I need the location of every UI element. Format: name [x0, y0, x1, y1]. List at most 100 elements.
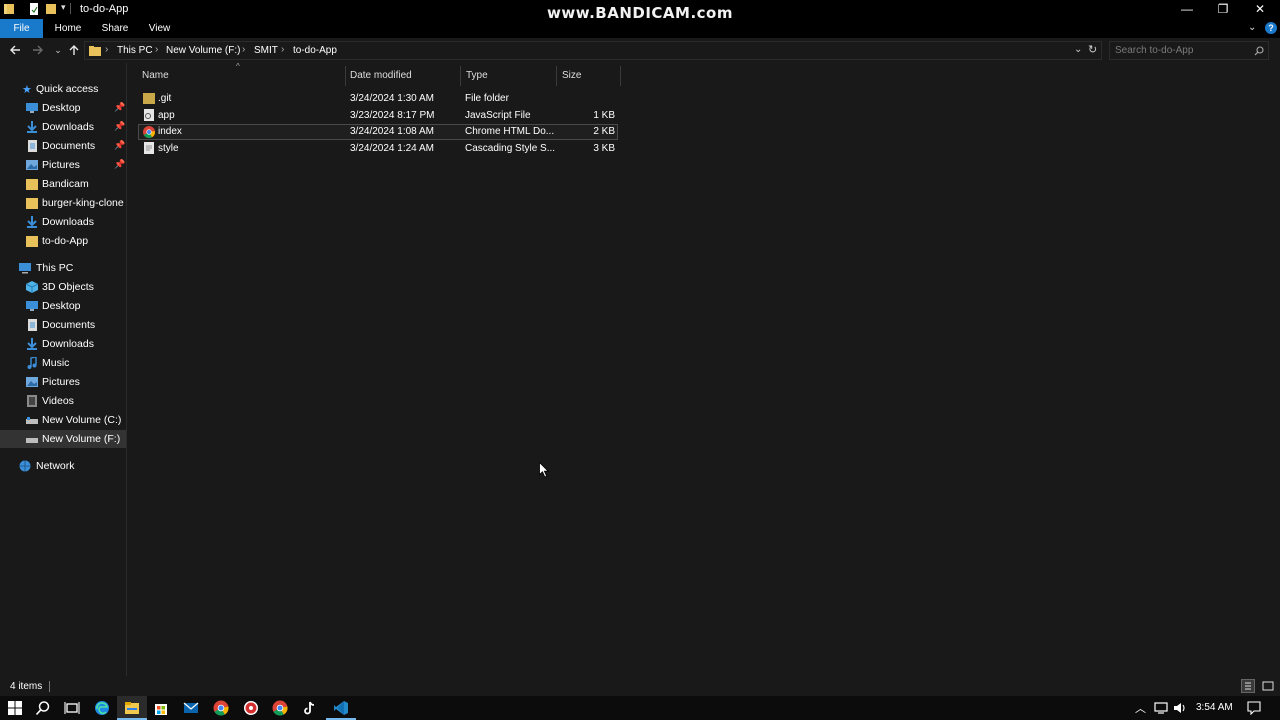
address-dropdown-icon[interactable]: ⌄: [1074, 44, 1082, 55]
column-header-date[interactable]: Date modified: [350, 70, 412, 88]
nav-item-pictures[interactable]: Pictures 📌: [0, 156, 126, 174]
file-row[interactable]: index 3/24/2024 1:08 AM Chrome HTML Do..…: [138, 124, 618, 140]
show-hidden-icons-icon[interactable]: ︿: [1135, 700, 1146, 716]
tab-file[interactable]: File: [0, 19, 43, 38]
nav-label: Music: [42, 357, 70, 369]
search-input[interactable]: Search to-do-App: [1109, 41, 1269, 60]
navigation-pane: ★ Quick access Desktop 📌 Downloads 📌 Doc…: [0, 63, 127, 676]
column-divider[interactable]: [556, 66, 557, 86]
address-bar[interactable]: › This PC › New Volume (F:) › SMIT › to-…: [84, 41, 1102, 60]
back-button[interactable]: [8, 43, 22, 57]
minimize-button[interactable]: —: [1169, 0, 1205, 19]
windows-start-icon[interactable]: [7, 700, 23, 716]
chrome-icon[interactable]: [272, 700, 288, 716]
chrome-icon: [143, 126, 155, 138]
nav-item-desktop[interactable]: Desktop 📌: [0, 99, 126, 117]
details-view-icon: [1245, 682, 1251, 690]
breadcrumb-to-do-app[interactable]: to-do-App: [293, 45, 337, 56]
chrome-icon[interactable]: [213, 700, 229, 716]
bandicam-icon[interactable]: [243, 700, 259, 716]
nav-item-music[interactable]: Music: [0, 354, 126, 372]
tab-home[interactable]: Home: [48, 19, 88, 38]
ribbon-tabs: File Home Share View ⌄ ?: [0, 19, 1280, 38]
nav-label: Videos: [42, 395, 74, 407]
column-header-name[interactable]: Name: [142, 70, 169, 88]
breadcrumb-this-pc[interactable]: This PC: [117, 45, 153, 56]
nav-item-new-volume-c[interactable]: New Volume (C:): [0, 411, 126, 429]
breadcrumb-smit[interactable]: SMIT: [254, 45, 278, 56]
help-icon[interactable]: ?: [1265, 22, 1277, 34]
nav-network[interactable]: Network: [0, 457, 126, 475]
file-row[interactable]: style 3/24/2024 1:24 AM Cascading Style …: [138, 141, 618, 157]
column-divider[interactable]: [460, 66, 461, 86]
nav-item-documents[interactable]: Documents 📌: [0, 137, 126, 155]
nav-item-desktop-pc[interactable]: Desktop: [0, 297, 126, 315]
nav-label: Downloads: [42, 338, 94, 350]
mail-icon[interactable]: [183, 700, 199, 716]
sort-ascending-icon: ^: [236, 62, 240, 71]
nav-label: Documents: [42, 319, 96, 331]
column-divider[interactable]: [345, 66, 346, 86]
search-placeholder: Search to-do-App: [1115, 45, 1194, 56]
network-status-icon[interactable]: [1154, 702, 1168, 714]
task-view-icon[interactable]: [64, 700, 80, 716]
nav-item-downloads-pc[interactable]: Downloads: [0, 335, 126, 353]
nav-label: New Volume (C:): [42, 414, 122, 426]
column-header-size[interactable]: Size: [562, 70, 581, 88]
nav-item-downloads[interactable]: Downloads 📌: [0, 118, 126, 136]
store-icon[interactable]: [153, 700, 169, 716]
file-size: 1 KB: [593, 110, 615, 121]
nav-item-3d-objects[interactable]: 3D Objects: [0, 278, 126, 296]
expand-ribbon-icon[interactable]: ⌄: [1248, 22, 1256, 33]
notifications-icon[interactable]: [1247, 701, 1261, 715]
system-clock[interactable]: 3:54 AM: [1196, 702, 1233, 713]
nav-label: Desktop: [42, 102, 81, 114]
large-icons-view-button[interactable]: [1261, 679, 1275, 693]
folder-icon: [26, 179, 38, 190]
nav-item-burger-king-clone[interactable]: burger-king-clone: [0, 194, 126, 212]
nav-item-documents-pc[interactable]: Documents: [0, 316, 126, 334]
nav-item-downloads-2[interactable]: Downloads: [0, 213, 126, 231]
nav-label: Desktop: [42, 300, 81, 312]
close-button[interactable]: ✕: [1242, 0, 1278, 19]
nav-item-new-volume-f[interactable]: New Volume (F:): [0, 430, 126, 448]
desktop-icon: [26, 103, 38, 113]
file-explorer-icon: [125, 702, 139, 714]
file-row[interactable]: app 3/23/2024 8:17 PM JavaScript File 1 …: [138, 108, 618, 124]
volume-icon[interactable]: [1173, 702, 1187, 714]
edge-icon[interactable]: [94, 700, 110, 716]
vscode-icon: [334, 701, 348, 715]
nav-item-bandicam[interactable]: Bandicam: [0, 175, 126, 193]
nav-label: This PC: [36, 262, 74, 274]
nav-label: Quick access: [36, 83, 99, 95]
nav-item-pictures-pc[interactable]: Pictures: [0, 373, 126, 391]
pin-icon: 📌: [114, 102, 126, 112]
file-row[interactable]: .git 3/24/2024 1:30 AM File folder: [138, 91, 618, 107]
breadcrumb-new-volume-f[interactable]: New Volume (F:): [166, 45, 240, 56]
taskbar-file-explorer[interactable]: [117, 696, 147, 720]
recent-locations-button[interactable]: ⌄: [51, 43, 65, 57]
taskbar-vscode[interactable]: [326, 696, 356, 720]
file-date: 3/24/2024 1:24 AM: [350, 143, 434, 154]
details-view-button[interactable]: [1241, 679, 1255, 693]
documents-icon: [28, 319, 37, 331]
file-type: Cascading Style S...: [465, 143, 556, 154]
nav-label: Pictures: [42, 376, 80, 388]
nav-this-pc[interactable]: This PC: [0, 259, 126, 277]
tab-share[interactable]: Share: [94, 19, 136, 38]
nav-quick-access[interactable]: ★ Quick access: [0, 80, 126, 98]
column-header-type[interactable]: Type: [466, 70, 488, 88]
divider: [49, 681, 50, 692]
up-button[interactable]: [67, 43, 81, 57]
back-arrow-icon: [10, 45, 20, 55]
tab-view[interactable]: View: [141, 19, 178, 38]
column-divider[interactable]: [620, 66, 621, 86]
nav-item-to-do-app[interactable]: to-do-App: [0, 232, 126, 250]
forward-button[interactable]: [31, 43, 45, 57]
refresh-icon[interactable]: ↻: [1088, 43, 1097, 56]
restore-button[interactable]: ❐: [1205, 0, 1241, 19]
tiktok-icon[interactable]: [302, 700, 318, 716]
nav-item-videos[interactable]: Videos: [0, 392, 126, 410]
drive-icon: [26, 438, 38, 443]
search-icon[interactable]: [35, 700, 51, 716]
